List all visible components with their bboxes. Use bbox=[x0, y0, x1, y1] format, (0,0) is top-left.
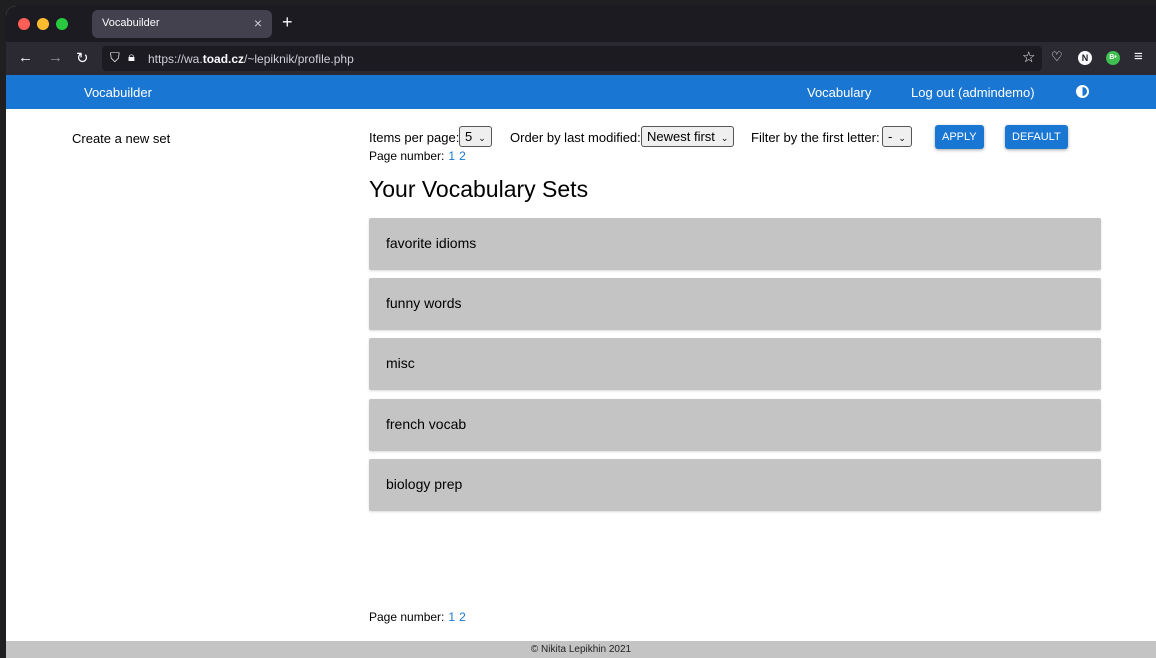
page-link-2[interactable]: 2 bbox=[459, 610, 466, 624]
page-link-1[interactable]: 1 bbox=[448, 610, 455, 624]
page-number-label: Page number: bbox=[369, 610, 445, 624]
page-number-label: Page number: bbox=[369, 149, 445, 163]
pagination-top: Page number: 1 2 bbox=[369, 149, 466, 163]
bookmark-star-icon[interactable]: ☆ bbox=[1022, 48, 1035, 66]
browser-window: Vocabuilder × + ← → ↻ ⛉ 🔒︎ https://wa.to… bbox=[6, 6, 1156, 658]
chevron-down-icon: ⌄ bbox=[898, 133, 906, 143]
default-button[interactable]: DEFAULT bbox=[1005, 125, 1068, 149]
nav-vocabulary-link[interactable]: Vocabulary bbox=[807, 85, 871, 100]
navigation-bar: ← → ↻ ⛉ 🔒︎ https://wa.toad.cz/~lepiknik/… bbox=[6, 42, 1156, 75]
items-per-page-select[interactable]: 5 ⌄ bbox=[459, 126, 492, 147]
apply-button[interactable]: APPLY bbox=[935, 125, 984, 149]
reload-icon[interactable]: ↻ bbox=[76, 49, 89, 67]
brand-link[interactable]: Vocabuilder bbox=[84, 85, 152, 100]
set-name: misc bbox=[386, 355, 415, 371]
extension-icon-2[interactable]: B• bbox=[1106, 51, 1120, 65]
vocabulary-set-item[interactable]: funny words bbox=[369, 278, 1101, 330]
new-tab-button[interactable]: + bbox=[282, 12, 293, 33]
minimize-window-button[interactable] bbox=[37, 18, 49, 30]
filter-select[interactable]: - ⌄ bbox=[882, 126, 912, 147]
items-per-page-value: 5 bbox=[465, 129, 473, 144]
set-name: funny words bbox=[386, 295, 462, 311]
filter-label: Filter by the first letter: bbox=[751, 130, 880, 145]
tab-active[interactable]: Vocabuilder × bbox=[92, 10, 272, 38]
create-new-set-link[interactable]: Create a new set bbox=[72, 131, 170, 146]
set-name: biology prep bbox=[386, 476, 463, 492]
shield-icon[interactable]: ⛉ bbox=[110, 50, 120, 66]
address-bar[interactable]: ⛉ 🔒︎ https://wa.toad.cz/~lepiknik/profil… bbox=[102, 46, 1042, 71]
page-title: Your Vocabulary Sets bbox=[369, 176, 589, 202]
vocabulary-set-item[interactable]: misc bbox=[369, 338, 1101, 390]
vocabulary-set-item[interactable]: biology prep bbox=[369, 459, 1101, 511]
chevron-down-icon: ⌄ bbox=[720, 133, 729, 143]
pagination-bottom: Page number: 1 2 bbox=[369, 610, 466, 624]
back-arrow-icon[interactable]: ← bbox=[18, 49, 33, 66]
close-icon[interactable]: × bbox=[254, 15, 262, 31]
pocket-icon[interactable]: ♡ bbox=[1051, 49, 1063, 65]
chevron-down-icon: ⌄ bbox=[478, 133, 486, 143]
set-name: french vocab bbox=[386, 416, 467, 432]
close-window-button[interactable] bbox=[18, 18, 30, 30]
order-select[interactable]: Newest first ⌄ bbox=[641, 126, 735, 147]
hamburger-menu-icon[interactable]: ≡ bbox=[1134, 48, 1143, 65]
maximize-window-button[interactable] bbox=[56, 18, 68, 30]
footer: © Nikita Lepikhin 2021 bbox=[6, 641, 1156, 658]
vocabulary-set-item[interactable]: favorite idioms bbox=[369, 218, 1101, 270]
tab-title: Vocabuilder bbox=[102, 17, 160, 29]
tab-bar: Vocabuilder × + bbox=[6, 6, 1156, 42]
url-text[interactable]: https://wa.toad.cz/~lepiknik/profile.php bbox=[148, 52, 354, 66]
set-name: favorite idioms bbox=[386, 235, 477, 251]
forward-arrow-icon[interactable]: → bbox=[48, 49, 63, 66]
site-header: Vocabuilder Vocabulary Log out (admindem… bbox=[6, 75, 1156, 109]
extension-icon[interactable]: N bbox=[1078, 51, 1092, 65]
theme-toggle-icon[interactable] bbox=[1076, 85, 1089, 98]
lock-icon[interactable]: 🔒︎ bbox=[128, 49, 135, 65]
page-link-2[interactable]: 2 bbox=[459, 149, 466, 163]
order-value: Newest first bbox=[647, 129, 715, 144]
order-label: Order by last modified: bbox=[510, 130, 641, 145]
nav-logout-link[interactable]: Log out (admindemo) bbox=[911, 85, 1035, 100]
items-per-page-label: Items per page: bbox=[369, 130, 460, 145]
vocabulary-set-item[interactable]: french vocab bbox=[369, 399, 1101, 451]
page-link-1[interactable]: 1 bbox=[448, 149, 455, 163]
filter-value: - bbox=[888, 129, 893, 144]
